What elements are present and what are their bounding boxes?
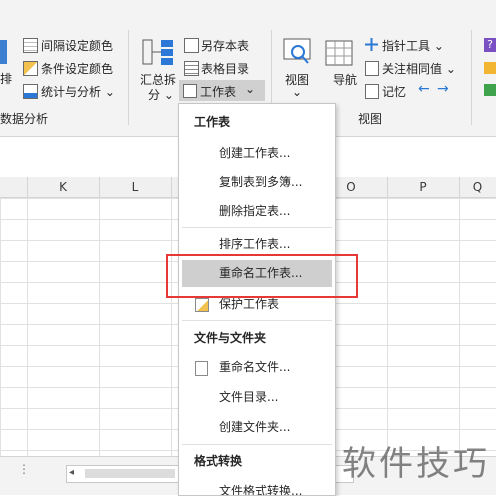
focus-same-button[interactable]: 关注相同值 ⌄ [382, 60, 456, 77]
menu-item-file-catalog[interactable]: 文件目录... [182, 384, 332, 410]
summary-split-label-2[interactable]: 分 ⌄ [148, 86, 174, 103]
statistics-icon [23, 84, 38, 99]
menu-item-label: 文件格式转换... [219, 484, 303, 496]
grid-line [99, 198, 100, 456]
menu-item-rename-files[interactable]: 重命名文件... [182, 354, 332, 380]
rename-files-icon [195, 361, 208, 376]
help-icon[interactable]: ? [484, 38, 496, 52]
worksheet-label: 工作表 [200, 85, 237, 99]
group-label-data-analysis: 数据分析 [0, 112, 49, 126]
notes-icon [365, 84, 379, 99]
menu-section-header-format: 格式转换 [194, 454, 243, 468]
menu-item-label: 重命名文件... [219, 360, 291, 374]
grid-line [459, 198, 460, 456]
pointer-tool-button[interactable]: 指针工具 ⌄ [382, 37, 444, 54]
interval-color-button[interactable]: 间隔设定颜色 [41, 37, 113, 54]
menu-item-label: 创建工作表... [219, 146, 291, 160]
worksheet-dropdown-menu: 工作表 创建工作表... 复制表到多簿... 删除指定表... 排序工作表...… [178, 103, 336, 496]
grid-line [387, 198, 388, 456]
grid-line [171, 198, 172, 456]
worksheet-icon [183, 84, 197, 98]
protect-sheet-icon [195, 298, 209, 312]
scroll-left-icon[interactable]: ◂ [69, 467, 74, 478]
arrow-left-icon[interactable]: ← [418, 81, 430, 97]
chevron-down-icon: ⌄ [245, 82, 256, 96]
table-catalog-icon [184, 61, 199, 76]
column-header-l[interactable]: L [99, 177, 172, 197]
condition-color-button[interactable]: 条件设定颜色 [41, 60, 113, 77]
pointer-icon [365, 38, 378, 51]
menu-section-header-sheet: 工作表 [194, 115, 231, 129]
menu-item-create-folder[interactable]: 创建文件夹... [182, 414, 332, 440]
menu-divider [182, 444, 332, 445]
sort-icon [0, 40, 7, 64]
nav-button[interactable]: 导航 [333, 71, 357, 88]
highlight-annotation-box [166, 254, 358, 298]
menu-item-label: 文件目录... [219, 390, 279, 404]
table-catalog-button[interactable]: 表格目录 [201, 60, 249, 77]
worksheet-button[interactable]: 工作表 ⌄ [179, 80, 265, 101]
menu-divider [182, 227, 332, 228]
save-copy-button[interactable]: 另存本表 [201, 37, 249, 54]
ribbon-separator [128, 30, 129, 125]
summary-split-icon [142, 38, 174, 66]
column-header-k[interactable]: K [27, 177, 100, 197]
notes-button[interactable]: 记忆 [382, 83, 406, 100]
grid-line [27, 198, 28, 456]
focus-same-icon [365, 61, 379, 76]
extra-icon[interactable] [484, 62, 496, 74]
navigation-icon [325, 40, 353, 66]
menu-item-label: 删除指定表... [219, 204, 291, 218]
tab-options-icon[interactable]: ⋮ [18, 462, 30, 476]
scrollbar-thumb[interactable] [85, 469, 175, 478]
menu-item-copy-to-many[interactable]: 复制表到多簿... [182, 169, 332, 195]
menu-item-create-sheet[interactable]: 创建工作表... [182, 140, 332, 166]
group-label-view: 视图 [358, 112, 383, 126]
condition-color-icon [23, 61, 38, 76]
sort-button-label[interactable]: 排 [0, 70, 12, 87]
menu-item-label: 创建文件夹... [219, 420, 291, 434]
statistics-button[interactable]: 统计与分析 ⌄ [41, 83, 115, 100]
arrow-right-icon[interactable]: → [437, 81, 449, 97]
ribbon-separator [471, 30, 472, 125]
menu-item-delete-sheet[interactable]: 删除指定表... [182, 198, 332, 224]
extra-icon-2[interactable] [484, 84, 496, 96]
column-header-q[interactable]: Q [459, 177, 496, 197]
save-copy-icon [184, 38, 199, 53]
view-dropdown-icon: ⌄ [292, 85, 303, 99]
interval-color-icon [23, 38, 38, 53]
menu-item-label: 复制表到多簿... [219, 175, 303, 189]
watermark-text: 软件技巧 [342, 444, 490, 484]
column-header-p[interactable]: P [387, 177, 460, 197]
menu-item-format-convert[interactable]: 文件格式转换... [182, 478, 332, 496]
menu-divider [182, 320, 332, 321]
view-icon [283, 38, 311, 66]
menu-section-header-files: 文件与文件夹 [194, 331, 267, 345]
column-header-partial [0, 177, 28, 197]
